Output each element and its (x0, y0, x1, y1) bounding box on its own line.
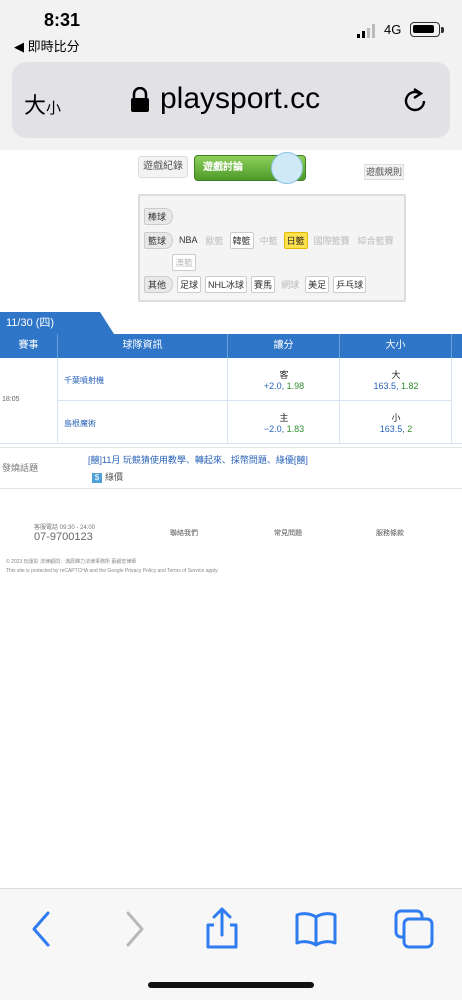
network-type: 4G (384, 22, 402, 37)
league-soccer[interactable]: 足球 (177, 275, 202, 293)
match-time: 18:05 (2, 396, 20, 403)
game-discussion-label: 遊戲討論 (203, 162, 243, 173)
home-spread-odds: 1.83 (286, 424, 305, 434)
league-table-tennis[interactable]: 乒乓球 (333, 275, 367, 293)
dollar-icon: $ (92, 473, 102, 483)
text-size-button[interactable]: 大小 (24, 88, 61, 120)
under-line: 163.5, (379, 424, 405, 434)
game-discussion-button[interactable]: 遊戲討論 (194, 152, 306, 184)
forward-icon[interactable] (112, 907, 156, 951)
terms-link[interactable]: 服務條款 (376, 528, 404, 538)
header-teams: 球隊資訊 (58, 334, 228, 358)
faq-link[interactable]: 常見問題 (274, 528, 302, 538)
over-label: 大 (391, 370, 401, 380)
header-total: 大小 (340, 334, 452, 358)
address-bar[interactable]: 大小 playsport.cc (12, 62, 450, 138)
league-mixed-basketball[interactable]: 綜合籃賽 (356, 233, 396, 248)
copyright-text: © 2023 玩運彩 法律顧問：滿辰輝力法律事務所 蔡顧宏律師 (6, 559, 137, 565)
hot-topic-link-2-label: 綠價 (105, 472, 124, 482)
date-tab[interactable]: 11/30 (四) (0, 312, 114, 334)
text-size-small: 小 (46, 100, 62, 117)
contact-us-link[interactable]: 聯絡我們 (170, 528, 198, 538)
page: 8:31 ◀ 即時比分 4G 大小 playsport.cc 遊戲紀錄 遊戲討論… (0, 0, 462, 1000)
over-cell[interactable]: 大 163.5, 1.82 (340, 358, 452, 401)
back-icon[interactable] (20, 907, 64, 951)
home-spread-value: −2.0, 1.83 (228, 424, 340, 434)
away-spread-value: +2.0, 1.98 (228, 381, 340, 391)
league-japan-basketball[interactable]: 日籃 (283, 231, 308, 249)
menu-row-basketball: 籃球 NBA 歐籃 韓籃 中籃 日籃 國際籃賽 綜合籃賽 (144, 231, 396, 249)
bookmarks-icon[interactable] (294, 907, 338, 951)
recaptcha-notice: This site is protected by reCAPTCHA and … (6, 568, 219, 574)
over-value: 163.5, 1.82 (340, 381, 452, 391)
under-odds: 2 (407, 424, 413, 434)
tabs-icon[interactable] (392, 907, 436, 951)
away-team-name[interactable]: 千葉噴射機 (64, 375, 104, 386)
home-team-name[interactable]: 島根魔術 (64, 418, 96, 429)
service-phone[interactable]: 07-9700123 (34, 531, 93, 543)
over-odds: 1.82 (401, 381, 419, 391)
league-china-basketball[interactable]: 中籃 (258, 233, 280, 248)
league-tennis[interactable]: 網球 (279, 277, 301, 292)
battery-tip (441, 27, 444, 33)
divider (0, 447, 462, 448)
under-value: 163.5, 2 (340, 424, 452, 434)
table-header: 賽事 球隊資訊 讓分 大小 (0, 334, 462, 358)
away-spread-odds: 1.98 (286, 381, 305, 391)
game-rules-button[interactable]: 遊戲規則 (364, 164, 404, 180)
home-spread-cell[interactable]: 主 −2.0, 1.83 (228, 401, 340, 444)
league-nba[interactable]: NBA (177, 234, 200, 246)
league-intl-basketball[interactable]: 國際籃賽 (312, 233, 352, 248)
hot-topic-link[interactable]: [囍]11月 玩競猜使用教學、轉起來、採幣問題、綠優[囍] (88, 453, 308, 466)
home-indicator (148, 982, 314, 988)
match-table: 18:05 千葉噴射機 島根魔術 客 +2.0, 1.98 主 −2.0, 1.… (0, 358, 462, 444)
game-record-button[interactable]: 遊戲紀錄 (138, 156, 188, 178)
away-spread: +2.0, (263, 381, 285, 391)
signal-icon (357, 24, 375, 38)
battery-icon (410, 22, 440, 37)
clock: 8:31 (44, 10, 81, 30)
header-spread: 讓分 (228, 334, 340, 358)
sports-menu: 棒球 籃球 NBA 歐籃 韓籃 中籃 日籃 國際籃賽 綜合籃賽 澳籃 其他 足球… (138, 194, 406, 302)
under-label: 小 (391, 413, 401, 423)
league-euro-basketball[interactable]: 歐籃 (204, 233, 226, 248)
home-spread: −2.0, (263, 424, 285, 434)
reload-icon[interactable] (400, 86, 430, 116)
league-horse-racing[interactable]: 賽馬 (251, 275, 276, 293)
back-to-app-link[interactable]: ◀ 即時比分 (14, 36, 80, 55)
address-bar-area: 大小 playsport.cc (0, 58, 462, 150)
mascot-icon (271, 152, 303, 184)
url-host[interactable]: playsport.cc (160, 82, 320, 116)
menu-row-other: 其他 足球 NHL冰球 賽馬 網球 美足 乒乓球 (144, 275, 367, 293)
service-phone-label: 客服電話 09:30 - 24:00 (34, 525, 96, 531)
hot-topic-link-2[interactable]: $ 綠價 (92, 470, 123, 483)
away-label: 客 (279, 370, 289, 380)
league-nhl[interactable]: NHL冰球 (205, 275, 248, 293)
league-american-football[interactable]: 美足 (305, 275, 330, 293)
share-icon[interactable] (200, 907, 244, 951)
menu-row-baseball: 棒球 (144, 207, 174, 225)
divider (0, 488, 462, 489)
menu-row-basketball-2: 澳籃 (172, 253, 197, 271)
home-team-cell[interactable]: 島根魔術 (58, 401, 228, 444)
away-team-cell[interactable]: 千葉噴射機 (58, 358, 228, 401)
match-time-cell: 18:05 (0, 358, 58, 444)
under-cell[interactable]: 小 163.5, 2 (340, 401, 452, 444)
category-basketball[interactable]: 籃球 (144, 231, 174, 249)
header-event: 賽事 (0, 334, 58, 358)
home-label: 主 (279, 413, 289, 423)
status-bar: 8:31 ◀ 即時比分 4G (0, 0, 462, 58)
category-other[interactable]: 其他 (144, 275, 174, 293)
hot-topics-label: 發燒話題 (2, 463, 39, 473)
away-spread-cell[interactable]: 客 +2.0, 1.98 (228, 358, 340, 401)
league-aus-basketball[interactable]: 澳籃 (172, 253, 197, 271)
over-line: 163.5, (373, 381, 399, 391)
league-korea-basketball[interactable]: 韓籃 (229, 231, 254, 249)
category-baseball[interactable]: 棒球 (144, 207, 174, 225)
lock-icon (131, 87, 149, 112)
text-size-large: 大 (24, 93, 47, 118)
